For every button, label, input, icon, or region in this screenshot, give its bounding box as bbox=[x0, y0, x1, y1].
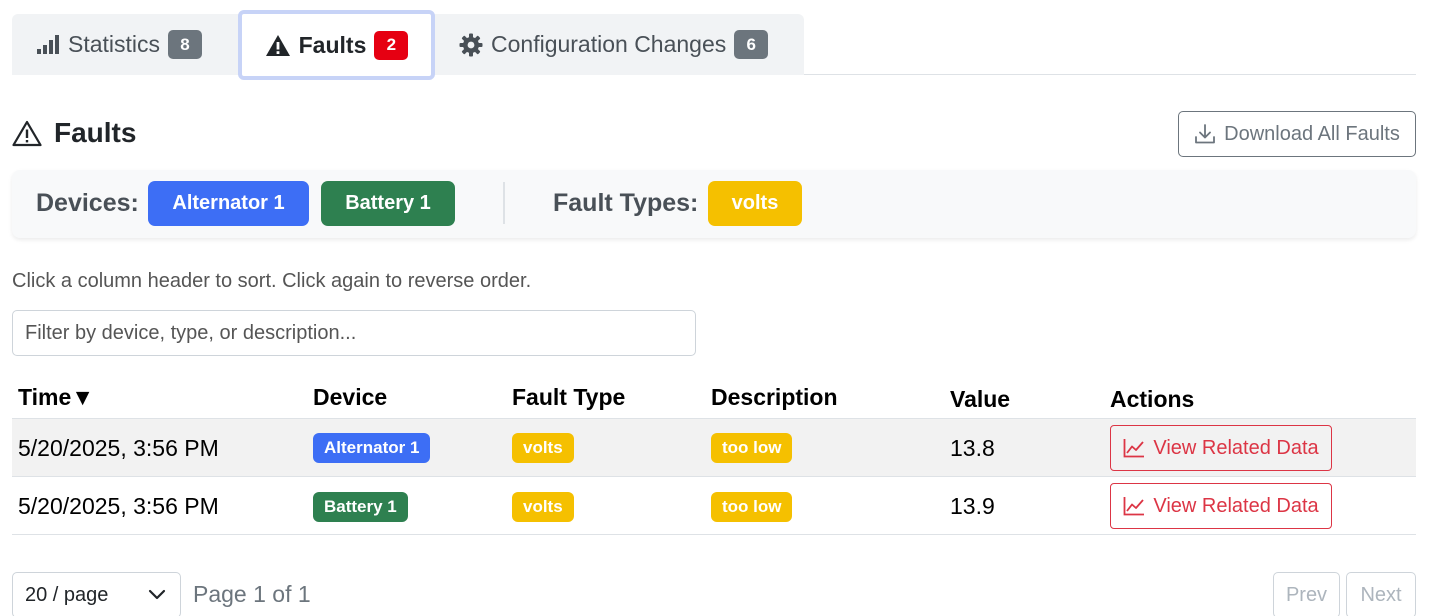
column-header-device[interactable]: Device bbox=[313, 376, 387, 418]
tab-faults[interactable]: Faults 2 bbox=[238, 10, 435, 80]
warning-icon bbox=[265, 34, 291, 57]
page-title-text: Faults bbox=[54, 117, 137, 148]
gear-icon bbox=[459, 33, 483, 57]
device-badge: Battery 1 bbox=[313, 492, 408, 522]
view-related-data-button[interactable]: View Related Data bbox=[1110, 483, 1332, 529]
view-related-data-button[interactable]: View Related Data bbox=[1110, 425, 1332, 471]
next-page-button[interactable]: Next bbox=[1346, 572, 1416, 616]
view-related-data-label: View Related Data bbox=[1153, 436, 1319, 459]
tab-statistics[interactable]: Statistics 8 bbox=[36, 14, 203, 75]
fault-type-badge: volts bbox=[512, 433, 574, 463]
tab-faults-label: Faults bbox=[298, 31, 367, 58]
page-size-value: 20 / page bbox=[25, 583, 109, 606]
table-row: 5/20/2025, 3:56 PM Alternator 1 volts to… bbox=[12, 419, 1416, 477]
prev-page-button[interactable]: Prev bbox=[1273, 572, 1340, 616]
tab-bar: Statistics 8 Faults 2 Configuration Chan… bbox=[12, 10, 1416, 80]
fault-type-filter-chip-volts[interactable]: volts bbox=[708, 181, 802, 226]
line-chart-icon bbox=[1123, 438, 1145, 458]
table-row: 5/20/2025, 3:56 PM Battery 1 volts too l… bbox=[12, 477, 1416, 535]
tab-faults-count-badge: 2 bbox=[374, 30, 409, 60]
device-badge: Alternator 1 bbox=[313, 433, 431, 463]
warning-outline-icon bbox=[12, 120, 42, 147]
download-all-faults-label: Download All Faults bbox=[1224, 122, 1400, 145]
devices-filter-label: Devices: bbox=[36, 188, 139, 217]
value-cell: 13.8 bbox=[950, 434, 995, 461]
filter-bar: Devices: Alternator 1 Battery 1 Fault Ty… bbox=[12, 170, 1416, 238]
description-badge: too low bbox=[711, 492, 793, 522]
column-header-fault-type[interactable]: Fault Type bbox=[512, 376, 625, 418]
device-filter-chip-battery-1[interactable]: Battery 1 bbox=[321, 181, 455, 226]
tab-configuration-changes-label: Configuration Changes bbox=[491, 31, 727, 57]
tab-statistics-count-badge: 8 bbox=[168, 30, 203, 59]
description-badge: too low bbox=[711, 433, 793, 463]
fault-types-filter-label: Fault Types: bbox=[553, 188, 699, 217]
value-cell: 13.9 bbox=[950, 492, 995, 519]
page-title: Faults bbox=[12, 117, 136, 149]
search-input[interactable] bbox=[12, 310, 696, 356]
time-cell: 5/20/2025, 3:56 PM bbox=[18, 492, 219, 519]
download-icon bbox=[1194, 123, 1216, 145]
device-filter-chip-alternator-1[interactable]: Alternator 1 bbox=[148, 181, 309, 226]
column-header-actions: Actions bbox=[1110, 385, 1195, 412]
tab-statistics-label: Statistics bbox=[68, 31, 161, 57]
column-header-time[interactable]: Time▼ bbox=[18, 376, 94, 418]
page-size-select[interactable]: 20 / page bbox=[12, 572, 181, 616]
tab-configuration-changes-count-badge: 6 bbox=[734, 30, 769, 59]
chevron-down-icon bbox=[148, 589, 166, 601]
line-chart-icon bbox=[1123, 496, 1145, 516]
bar-chart-icon bbox=[36, 34, 60, 55]
sort-hint-text: Click a column header to sort. Click aga… bbox=[12, 270, 532, 292]
time-cell: 5/20/2025, 3:56 PM bbox=[18, 434, 219, 461]
filter-divider bbox=[503, 182, 505, 224]
column-header-value[interactable]: Value bbox=[950, 378, 1010, 420]
page-info-text: Page 1 of 1 bbox=[193, 580, 311, 607]
column-header-description[interactable]: Description bbox=[711, 376, 838, 418]
view-related-data-label: View Related Data bbox=[1153, 494, 1319, 517]
tab-configuration-changes[interactable]: Configuration Changes 6 bbox=[459, 14, 769, 75]
download-all-faults-button[interactable]: Download All Faults bbox=[1178, 111, 1416, 157]
fault-type-badge: volts bbox=[512, 492, 574, 522]
